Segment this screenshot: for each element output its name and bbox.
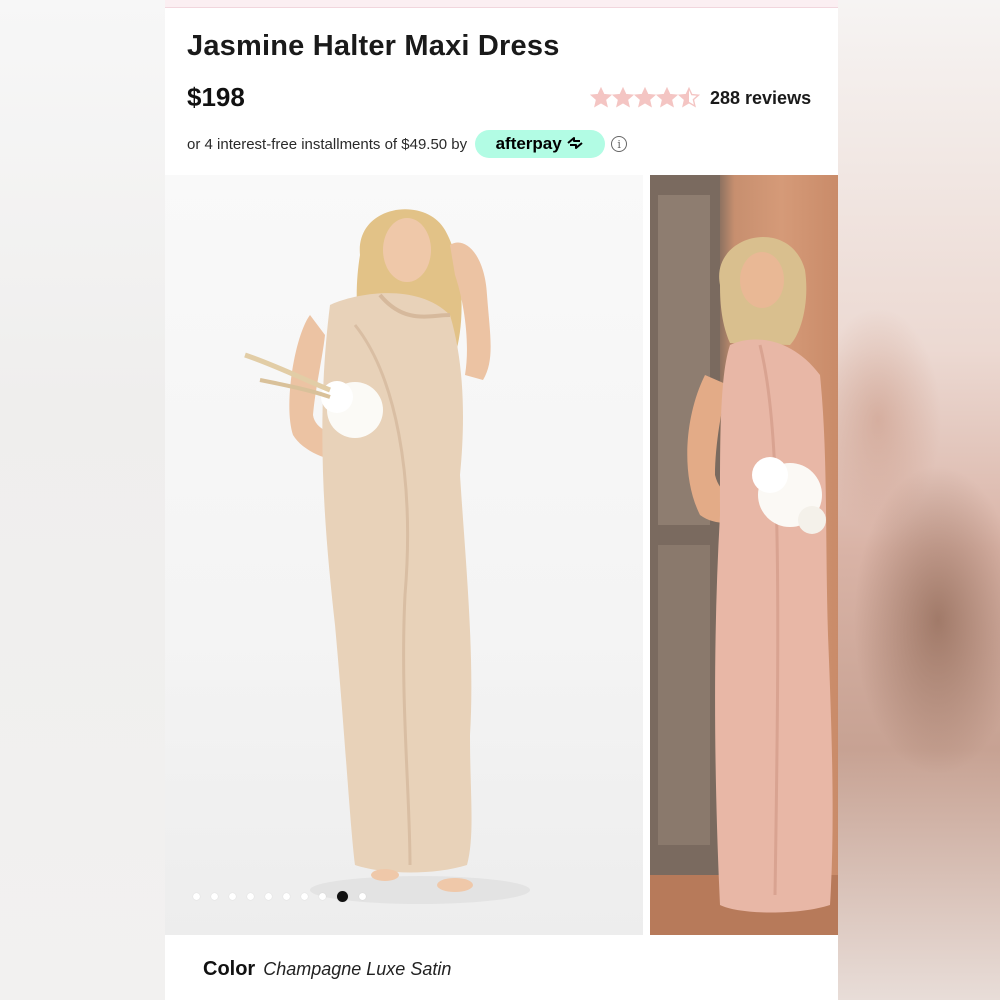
star-icon — [678, 87, 700, 109]
image-gallery[interactable] — [165, 175, 838, 935]
star-icon — [634, 87, 656, 109]
pagination-dot[interactable] — [283, 893, 290, 900]
pagination-dot[interactable] — [359, 893, 366, 900]
gallery-pagination — [193, 891, 377, 902]
product-title: Jasmine Halter Maxi Dress — [187, 30, 560, 62]
star-icon — [590, 87, 612, 109]
rating-summary[interactable]: 288 reviews — [590, 86, 811, 110]
pagination-dot[interactable] — [211, 893, 218, 900]
product-price: $198 — [187, 82, 245, 112]
product-page: Jasmine Halter Maxi Dress $198 288 revie… — [165, 0, 838, 1000]
info-icon[interactable]: i — [611, 136, 628, 152]
top-bar — [165, 0, 838, 8]
pagination-dot[interactable] — [193, 893, 200, 900]
pagination-dot[interactable] — [247, 893, 254, 900]
star-rating — [590, 87, 700, 109]
afterpay-badge[interactable]: afterpay — [475, 130, 606, 158]
pagination-dot[interactable] — [265, 893, 272, 900]
color-value: Champagne Luxe Satin — [263, 959, 452, 979]
blurred-background-right — [838, 0, 1000, 1000]
color-label: Color — [203, 958, 256, 980]
pagination-dot[interactable] — [229, 893, 236, 900]
star-icon — [656, 87, 678, 109]
color-selector: Color Champagne Luxe Satin — [203, 958, 451, 981]
pagination-dot-active[interactable] — [337, 891, 348, 902]
blurred-background-left — [0, 0, 165, 1000]
afterpay-brand: afterpay — [495, 134, 562, 153]
reviews-link[interactable]: 288 reviews — [710, 88, 811, 109]
pagination-dot[interactable] — [301, 893, 308, 900]
afterpay-installments: or 4 interest-free installments of $49.5… — [187, 130, 628, 158]
afterpay-arrows-icon — [565, 136, 585, 153]
model-front-photo[interactable] — [165, 175, 643, 935]
afterpay-text: or 4 interest-free installments of $49.5… — [187, 135, 468, 153]
pagination-dot[interactable] — [319, 893, 326, 900]
model-doorway-photo[interactable] — [650, 175, 838, 935]
star-icon — [612, 87, 634, 109]
